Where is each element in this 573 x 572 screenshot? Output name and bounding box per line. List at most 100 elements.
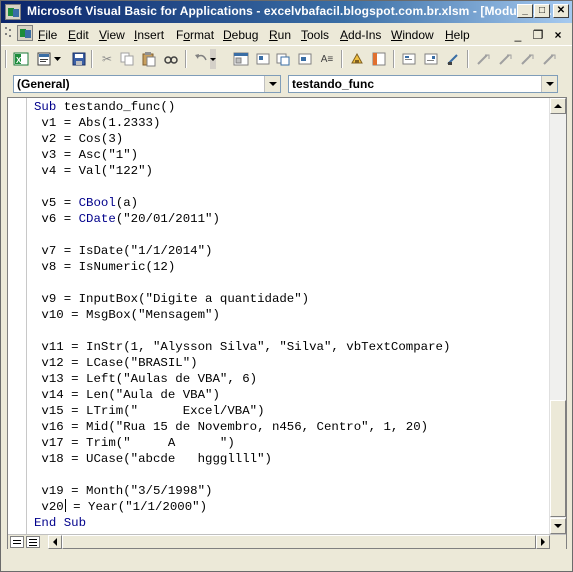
- vba-menu-icon[interactable]: [17, 25, 33, 41]
- insert-module-icon[interactable]: [34, 49, 54, 69]
- code-line[interactable]: v15 = LTrim(" Excel/VBA"): [34, 403, 554, 419]
- excel-view-icon[interactable]: X: [11, 49, 31, 69]
- scroll-down-button[interactable]: [550, 518, 566, 534]
- vertical-scroll-thumb[interactable]: [550, 400, 566, 517]
- code-line[interactable]: v14 = Len("Aula de VBA"): [34, 387, 554, 403]
- scroll-right-button[interactable]: [536, 535, 550, 549]
- scroll-up-button[interactable]: [550, 98, 566, 114]
- code-text: v14 = Len("Aula de VBA"): [34, 388, 220, 402]
- procedure-combo-value: testando_func: [292, 77, 375, 91]
- procedure-view-button[interactable]: [10, 536, 24, 548]
- code-line[interactable]: v18 = UCase("abcde hgggllll"): [34, 451, 554, 467]
- mdi-close-button[interactable]: ×: [551, 28, 565, 42]
- code-line[interactable]: End Sub: [34, 515, 554, 531]
- undo-icon[interactable]: [191, 49, 211, 69]
- toolbar-grip[interactable]: [5, 50, 7, 68]
- save-icon[interactable]: [69, 49, 89, 69]
- code-editor[interactable]: Sub testando_func() v1 = Abs(1.2333) v2 …: [34, 99, 554, 531]
- break-icon[interactable]: [253, 49, 273, 69]
- comment-block-icon[interactable]: [443, 49, 463, 69]
- outdent-icon[interactable]: [421, 49, 441, 69]
- code-line[interactable]: v10 = MsgBox("Mensagem"): [34, 307, 554, 323]
- vertical-scrollbar[interactable]: [549, 98, 566, 534]
- menu-add-ins[interactable]: Add-Ins: [340, 28, 381, 42]
- menu-grip-icon[interactable]: [5, 27, 17, 43]
- code-text: v20: [34, 500, 64, 514]
- menu-debug[interactable]: Debug: [223, 28, 258, 42]
- window-title: Microsoft Visual Basic for Applications …: [27, 4, 552, 18]
- svg-text:X: X: [16, 56, 22, 65]
- design-mode-icon[interactable]: [295, 49, 315, 69]
- code-line[interactable]: v11 = InStr(1, "Alysson Silva", "Silva",…: [34, 339, 554, 355]
- toggle-breakpoint-icon[interactable]: [347, 49, 367, 69]
- size-grip: [550, 535, 566, 550]
- code-line[interactable]: [34, 275, 554, 291]
- maximize-button[interactable]: □: [534, 4, 550, 18]
- undo-dropdown-icon[interactable]: [209, 49, 217, 69]
- chevron-down-icon[interactable]: [541, 76, 557, 92]
- toggle-bookmark-icon[interactable]: [495, 49, 515, 69]
- cut-icon[interactable]: ✂: [97, 49, 117, 69]
- toolbar-separator: [341, 50, 343, 68]
- mdi-restore-button[interactable]: ❐: [531, 28, 545, 42]
- menu-window[interactable]: Window: [391, 28, 434, 42]
- vba-app-icon[interactable]: [5, 4, 21, 20]
- code-line[interactable]: v19 = Month("3/5/1998"): [34, 483, 554, 499]
- minimize-button[interactable]: _: [517, 4, 533, 18]
- horizontal-scrollbar[interactable]: [48, 535, 550, 549]
- code-line[interactable]: [34, 467, 554, 483]
- scroll-left-button[interactable]: [48, 535, 62, 549]
- code-line[interactable]: v12 = LCase("BRASIL"): [34, 355, 554, 371]
- uncomment-block-icon[interactable]: [473, 49, 493, 69]
- object-combo[interactable]: (General): [13, 75, 281, 93]
- code-text: v4 = Val("122"): [34, 164, 153, 178]
- code-line[interactable]: v4 = Val("122"): [34, 163, 554, 179]
- code-line[interactable]: [34, 227, 554, 243]
- toolbox-icon[interactable]: A≡: [317, 49, 337, 69]
- code-line[interactable]: v7 = IsDate("1/1/2014"): [34, 243, 554, 259]
- help-icon[interactable]: [369, 49, 389, 69]
- code-line[interactable]: v8 = IsNumeric(12): [34, 259, 554, 275]
- full-module-view-button[interactable]: [26, 536, 40, 548]
- menu-help[interactable]: Help: [445, 28, 470, 42]
- menu-run[interactable]: Run: [269, 28, 291, 42]
- code-line[interactable]: v16 = Mid("Rua 15 de Novembro, n456, Cen…: [34, 419, 554, 435]
- title-bar[interactable]: Microsoft Visual Basic for Applications …: [1, 1, 572, 23]
- run-icon[interactable]: [231, 49, 251, 69]
- code-line[interactable]: Sub testando_func(): [34, 99, 554, 115]
- dropdown-arrow-icon[interactable]: [53, 49, 63, 69]
- code-line[interactable]: v3 = Asc("1"): [34, 147, 554, 163]
- margin-indicator-bar[interactable]: [8, 98, 27, 534]
- paste-icon[interactable]: [139, 49, 159, 69]
- prev-bookmark-icon[interactable]: [539, 49, 559, 69]
- copy-icon[interactable]: [117, 49, 137, 69]
- toolbar-separator: [393, 50, 395, 68]
- code-line[interactable]: v20 = Year("1/1/2000"): [34, 499, 554, 515]
- code-line[interactable]: v6 = CDate("20/01/2011"): [34, 211, 554, 227]
- code-line[interactable]: v2 = Cos(3): [34, 131, 554, 147]
- indent-icon[interactable]: [399, 49, 419, 69]
- code-text: ("20/01/2011"): [115, 212, 220, 226]
- code-line[interactable]: v1 = Abs(1.2333): [34, 115, 554, 131]
- code-line[interactable]: [34, 323, 554, 339]
- menu-tools[interactable]: Tools: [301, 28, 329, 42]
- menu-edit[interactable]: Edit: [68, 28, 89, 42]
- procedure-combo[interactable]: testando_func: [288, 75, 558, 93]
- code-line[interactable]: v9 = InputBox("Digite a quantidade"): [34, 291, 554, 307]
- code-line[interactable]: [34, 179, 554, 195]
- horizontal-scroll-thumb[interactable]: [62, 535, 536, 549]
- code-line[interactable]: v13 = Left("Aulas de VBA", 6): [34, 371, 554, 387]
- find-icon[interactable]: [161, 49, 181, 69]
- code-line[interactable]: v5 = CBool(a): [34, 195, 554, 211]
- next-bookmark-icon[interactable]: [517, 49, 537, 69]
- code-text: v2 = Cos(3): [34, 132, 124, 146]
- menu-file[interactable]: File: [38, 28, 57, 42]
- mdi-minimize-button[interactable]: _: [511, 28, 525, 42]
- code-line[interactable]: v17 = Trim(" A "): [34, 435, 554, 451]
- close-button[interactable]: ✕: [553, 4, 569, 18]
- menu-format[interactable]: Format: [176, 28, 214, 42]
- reset-icon[interactable]: [273, 49, 293, 69]
- menu-insert[interactable]: Insert: [134, 28, 164, 42]
- menu-view[interactable]: View: [99, 28, 125, 42]
- chevron-down-icon[interactable]: [264, 76, 280, 92]
